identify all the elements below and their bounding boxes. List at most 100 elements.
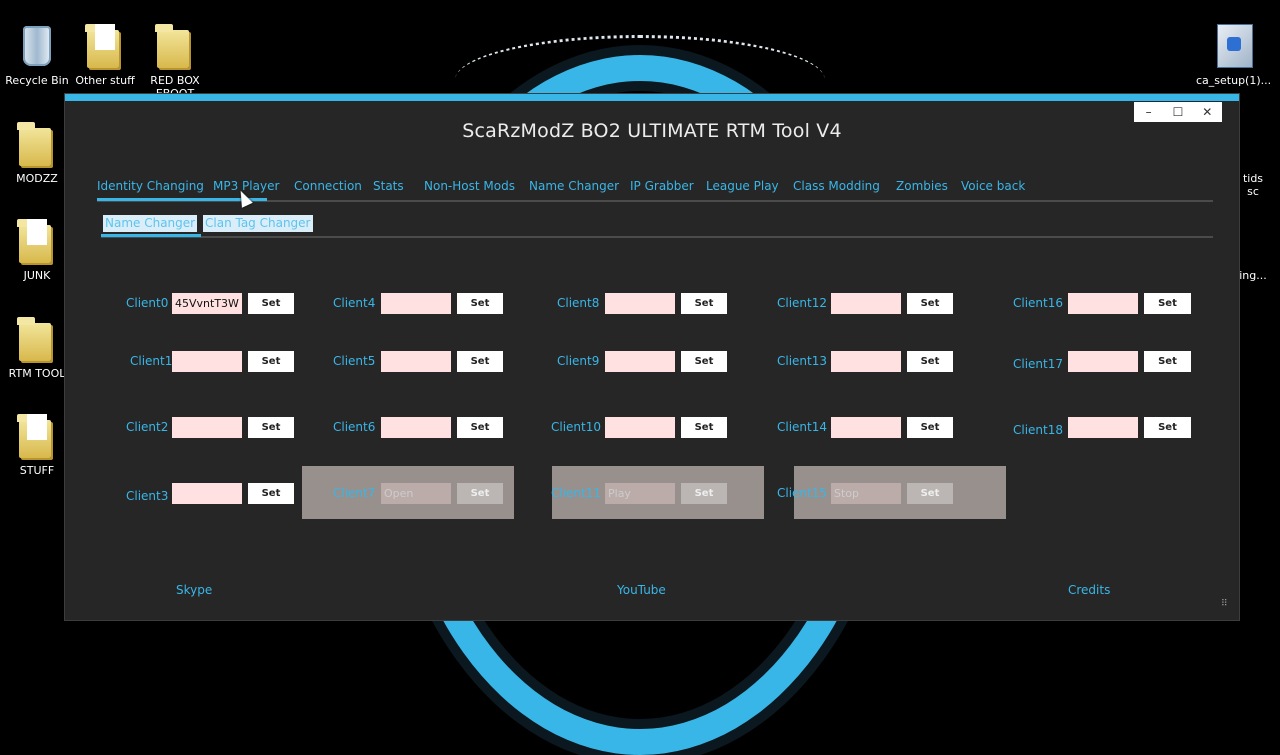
set-button[interactable]: Set bbox=[1144, 293, 1191, 314]
client-label: Client2 bbox=[126, 420, 169, 434]
client-label: Client16 bbox=[1013, 296, 1064, 310]
client-name-field[interactable] bbox=[605, 417, 675, 438]
client-label: Client9 bbox=[557, 354, 600, 368]
desktop-icon-label: STUFF bbox=[19, 464, 55, 477]
resize-grip-icon[interactable]: ⠿ bbox=[1221, 600, 1231, 612]
tab-stats[interactable]: Stats bbox=[373, 179, 404, 193]
desktop-icon-label: Recycle Bin bbox=[5, 74, 69, 87]
tab-identity-changing[interactable]: Identity Changing bbox=[97, 179, 204, 193]
minimize-button[interactable]: – bbox=[1134, 102, 1163, 122]
rtm-tool-window: – ☐ ✕ ScaRzModZ BO2 ULTIMATE RTM Tool V4… bbox=[64, 93, 1240, 621]
desktop-icon-label: JUNK bbox=[23, 269, 51, 282]
set-button[interactable]: Set bbox=[248, 483, 294, 504]
tab-zombies[interactable]: Zombies bbox=[896, 179, 948, 193]
folder-icon bbox=[155, 24, 195, 70]
client-label: Client14 bbox=[777, 420, 828, 434]
folder-icon bbox=[17, 317, 57, 363]
desktop-icon-recycle-bin[interactable]: Recycle Bin bbox=[0, 24, 74, 87]
folder-icon bbox=[17, 219, 57, 265]
set-button[interactable]: Set bbox=[1144, 351, 1191, 372]
client-name-field[interactable] bbox=[605, 351, 675, 372]
desktop-icon-modzz[interactable]: MODZZ bbox=[0, 122, 74, 185]
set-button[interactable]: Set bbox=[457, 351, 503, 372]
tab-name-changer[interactable]: Name Changer bbox=[529, 179, 619, 193]
tab-class-modding[interactable]: Class Modding bbox=[793, 179, 880, 193]
subtab-clan-tag-changer[interactable]: Clan Tag Changer bbox=[203, 215, 313, 232]
client-name-field[interactable] bbox=[381, 293, 451, 314]
desktop-icon-ca-setup[interactable]: ca_setup(1)... bbox=[1196, 24, 1272, 87]
set-button[interactable]: Set bbox=[248, 417, 294, 438]
set-button[interactable]: Set bbox=[1144, 417, 1191, 438]
credits-link[interactable]: Credits bbox=[1068, 583, 1110, 597]
client-name-field[interactable] bbox=[831, 417, 901, 438]
desktop-icon-stuff[interactable]: STUFF bbox=[0, 414, 74, 477]
window-controls: – ☐ ✕ bbox=[1134, 102, 1222, 122]
folder-icon bbox=[85, 24, 125, 70]
set-button[interactable]: Set bbox=[248, 351, 294, 372]
sub-tabs: Name Changer Clan Tag Changer bbox=[101, 215, 1213, 238]
set-button[interactable]: Set bbox=[681, 293, 727, 314]
client-label: Client0 bbox=[126, 296, 169, 310]
youtube-link[interactable]: YouTube bbox=[617, 583, 666, 597]
tab-voice-back[interactable]: Voice back bbox=[961, 179, 1025, 193]
set-button[interactable]: Set bbox=[907, 417, 953, 438]
installer-icon bbox=[1213, 24, 1253, 70]
client-name-field[interactable] bbox=[1068, 293, 1138, 314]
skype-link[interactable]: Skype bbox=[176, 583, 212, 597]
set-button[interactable]: Set bbox=[907, 483, 953, 504]
set-button[interactable]: Set bbox=[248, 293, 294, 314]
desktop-icon-rtm-tool[interactable]: RTM TOOL bbox=[0, 317, 74, 380]
client-label: Client1 bbox=[130, 354, 173, 368]
client-name-field[interactable] bbox=[605, 293, 675, 314]
client-label: Client12 bbox=[777, 296, 828, 310]
maximize-button[interactable]: ☐ bbox=[1163, 102, 1192, 122]
client-name-field[interactable] bbox=[1068, 351, 1138, 372]
client-label: Client13 bbox=[777, 354, 828, 368]
client-name-field[interactable] bbox=[172, 483, 242, 504]
client-name-field[interactable] bbox=[172, 351, 242, 372]
client-name-field[interactable] bbox=[605, 483, 675, 504]
client-label: Client15 bbox=[777, 486, 828, 500]
client-label: Client6 bbox=[333, 420, 376, 434]
desktop-icon-label: RTM TOOL bbox=[8, 367, 66, 380]
desktop-icon-label: Other stuff bbox=[75, 74, 135, 87]
tab-league-play[interactable]: League Play bbox=[706, 179, 779, 193]
tab-non-host-mods[interactable]: Non-Host Mods bbox=[424, 179, 515, 193]
client-label: Client17 bbox=[1013, 357, 1064, 371]
client-name-field[interactable] bbox=[1068, 417, 1138, 438]
set-button[interactable]: Set bbox=[457, 417, 503, 438]
client-name-field[interactable] bbox=[831, 293, 901, 314]
client-name-field[interactable] bbox=[381, 417, 451, 438]
set-button[interactable]: Set bbox=[681, 351, 727, 372]
client-label: Client5 bbox=[333, 354, 376, 368]
window-accent-bar bbox=[65, 94, 1239, 101]
set-button[interactable]: Set bbox=[457, 483, 503, 504]
set-button[interactable]: Set bbox=[681, 483, 727, 504]
folder-icon bbox=[17, 122, 57, 168]
client-label: Client10 bbox=[551, 420, 602, 434]
set-button[interactable]: Set bbox=[907, 293, 953, 314]
window-title: ScaRzModZ BO2 ULTIMATE RTM Tool V4 bbox=[462, 120, 842, 142]
tab-connection[interactable]: Connection bbox=[294, 179, 362, 193]
client-label: Client3 bbox=[126, 489, 169, 503]
subtab-name-changer[interactable]: Name Changer bbox=[103, 215, 198, 232]
main-tabs: Identity Changing MP3 Player Connection … bbox=[97, 179, 1213, 202]
client-label: Client8 bbox=[557, 296, 600, 310]
close-button[interactable]: ✕ bbox=[1193, 102, 1222, 122]
tab-ip-grabber[interactable]: IP Grabber bbox=[630, 179, 694, 193]
client-name-field[interactable] bbox=[831, 351, 901, 372]
desktop-icon-other-stuff[interactable]: Other stuff bbox=[68, 24, 142, 87]
client-name-field[interactable] bbox=[172, 293, 242, 314]
client-name-field[interactable] bbox=[831, 483, 901, 504]
folder-icon bbox=[17, 414, 57, 460]
client-name-field[interactable] bbox=[381, 483, 451, 504]
client-name-field[interactable] bbox=[381, 351, 451, 372]
set-button[interactable]: Set bbox=[457, 293, 503, 314]
desktop-icon-junk[interactable]: JUNK bbox=[0, 219, 74, 282]
desktop-icon-label: ca_setup(1)... bbox=[1196, 74, 1272, 87]
set-button[interactable]: Set bbox=[681, 417, 727, 438]
client-label: Client18 bbox=[1013, 423, 1064, 437]
client-name-field[interactable] bbox=[172, 417, 242, 438]
desktop-icon-red-box-eboot[interactable]: RED BOX EBOOT bbox=[138, 24, 212, 100]
set-button[interactable]: Set bbox=[907, 351, 953, 372]
